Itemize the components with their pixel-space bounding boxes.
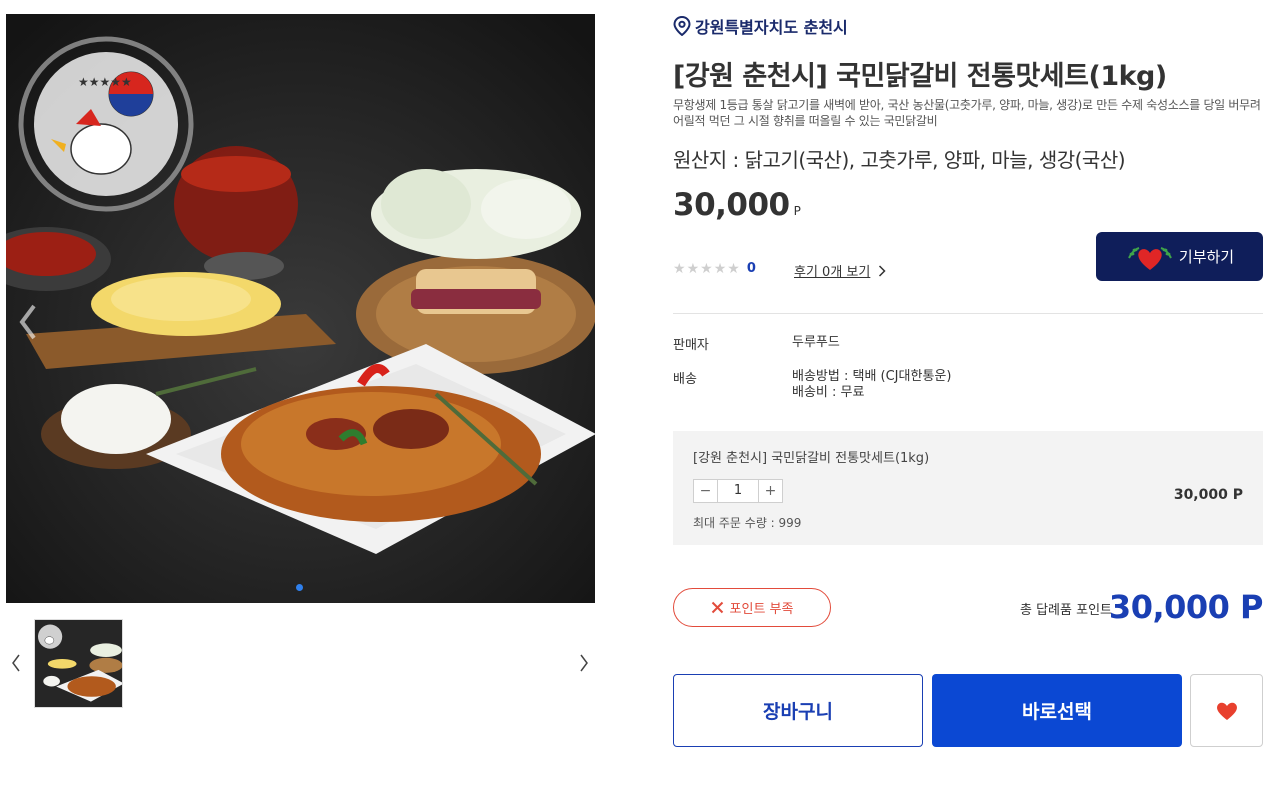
seller-label: 판매자 (673, 338, 709, 353)
selected-option-box: [강원 춘천시] 국민닭갈비 전통맛세트(1kg) − 1 + 30,000 P… (673, 431, 1263, 545)
add-to-cart-button[interactable]: 장바구니 (673, 674, 923, 747)
total-points-label: 총 답례품 포인트 (1020, 603, 1112, 618)
heart-icon (1216, 702, 1237, 720)
shipping-fee: 배송비 : 무료 (792, 385, 865, 400)
point-shortage-button[interactable]: 포인트 부족 (673, 588, 831, 627)
quantity-input[interactable]: 1 (718, 479, 758, 503)
rating: ★ ★ ★ ★ ★ 0 (673, 261, 756, 276)
product-description: 무항생제 1등급 통살 닭고기를 새벽에 받아, 국산 농산물(고춧가루, 양파… (673, 98, 1261, 128)
shipping-label: 배송 (673, 372, 697, 387)
price-unit: P (793, 204, 801, 218)
product-price: 30,000 P (673, 187, 801, 223)
product-main-image: ★★★★★ (6, 14, 595, 603)
point-shortage-label: 포인트 부족 (729, 602, 794, 617)
food-photo: ★★★★★ (6, 14, 595, 603)
product-thumbnail[interactable] (34, 619, 123, 708)
star-icon: ★ (713, 260, 727, 277)
donate-label: 기부하기 (1178, 248, 1235, 266)
chevron-left-icon (19, 304, 36, 340)
close-x-icon (711, 601, 723, 614)
reviews-link[interactable]: 후기 0개 보기 (794, 261, 886, 280)
buy-now-button[interactable]: 바로선택 (932, 674, 1182, 747)
wishlist-button[interactable] (1190, 674, 1263, 747)
rating-stars: ★ ★ ★ ★ ★ (673, 262, 740, 276)
product-title: [강원 춘천시] 국민닭갈비 전통맛세트(1kg) (673, 61, 1167, 92)
star-icon: ★ (727, 260, 740, 277)
star-icon: ★ (686, 260, 700, 277)
quantity-decrease-button[interactable]: − (693, 479, 718, 503)
reviews-link-label: 후기 0개 보기 (794, 265, 871, 280)
quantity-increase-button[interactable]: + (758, 479, 783, 503)
region-label: 강원특별자치도 춘천시 (673, 14, 848, 38)
thumbnail-prev-button[interactable] (6, 650, 26, 676)
product-origin: 원산지 : 닭고기(국산), 고춧가루, 양파, 마늘, 생강(국산) (673, 148, 1126, 172)
region-text: 강원특별자치도 춘천시 (695, 18, 848, 37)
quantity-stepper: − 1 + (693, 479, 783, 503)
thumbnail-next-button[interactable] (574, 650, 594, 676)
seller-value: 두루푸드 (792, 335, 840, 350)
svg-text:★★★★★: ★★★★★ (78, 75, 132, 89)
location-pin-icon (673, 16, 691, 36)
star-icon: ★ (700, 260, 713, 277)
thumbnail-image (35, 620, 122, 707)
carousel-indicator-dot[interactable] (296, 584, 303, 591)
max-quantity-note: 최대 주문 수량 : 999 (693, 516, 802, 530)
gallery-prev-button[interactable] (18, 304, 48, 344)
shipping-method: 배송방법 : 택배 (CJ대한통운) (792, 369, 952, 384)
section-divider (673, 313, 1263, 314)
price-value: 30,000 (673, 187, 790, 223)
chevron-right-icon (879, 264, 886, 277)
chevron-left-icon (12, 654, 20, 672)
total-points-value: 30,000 P (1108, 588, 1264, 626)
option-price: 30,000 P (1173, 487, 1243, 503)
donate-button[interactable]: 기부하기 (1096, 232, 1263, 281)
rating-score: 0 (746, 261, 756, 276)
option-name: [강원 춘천시] 국민닭갈비 전통맛세트(1kg) (693, 451, 930, 466)
chevron-right-icon (580, 654, 588, 672)
star-icon: ★ (673, 260, 686, 277)
heart-laurel-icon (1127, 246, 1172, 270)
